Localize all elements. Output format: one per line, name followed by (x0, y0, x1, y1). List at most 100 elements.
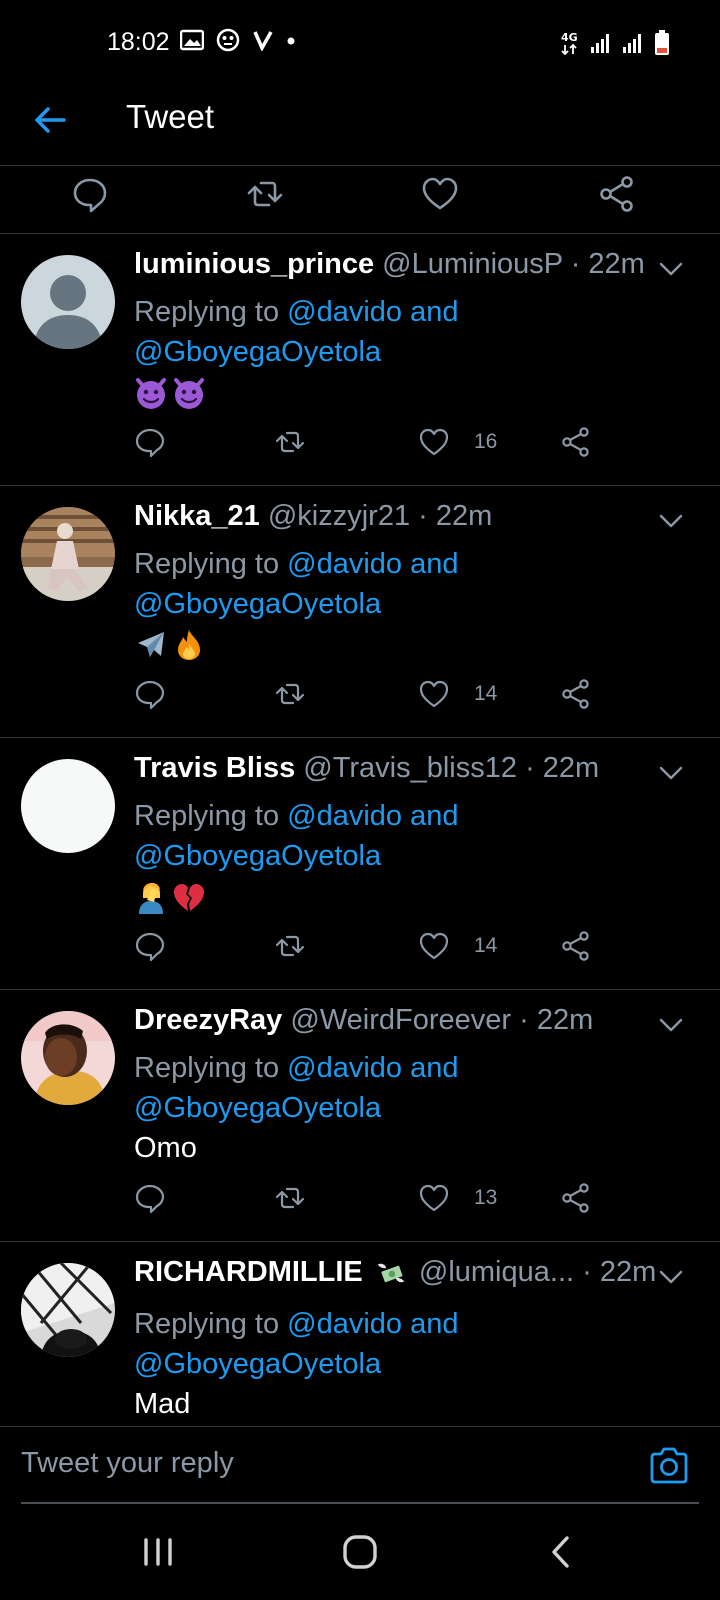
retweet-icon[interactable] (274, 1182, 306, 1214)
reply-icon[interactable] (134, 930, 166, 962)
retweet-icon[interactable] (245, 174, 285, 214)
reply-icon[interactable] (134, 426, 166, 458)
reply-item[interactable]: Nikka_21 @kizzyjr21 · 22m Replying to @d… (0, 486, 720, 738)
display-name[interactable]: luminious_prince (134, 248, 374, 280)
back-icon[interactable] (540, 1530, 584, 1574)
user-handle: @kizzyjr21 (267, 500, 411, 532)
replying-prefix: Replying to (134, 548, 288, 580)
reply-icon[interactable] (70, 174, 110, 214)
separator-dot: · (519, 1004, 529, 1036)
display-name[interactable]: Travis Bliss (134, 752, 295, 784)
reply-icon[interactable] (134, 1182, 166, 1214)
like-count: 14 (474, 934, 498, 957)
chevron-down-icon[interactable] (656, 506, 686, 536)
mention-link[interactable]: @GboyegaOyetola (134, 336, 381, 368)
share-icon[interactable] (560, 678, 592, 710)
like-icon[interactable] (418, 1182, 450, 1214)
camera-icon[interactable] (648, 1445, 690, 1485)
money-with-wings-emoji-icon (377, 1264, 405, 1283)
reply-input[interactable] (21, 1441, 621, 1485)
like-icon[interactable] (418, 678, 450, 710)
header: Tweet (0, 88, 720, 166)
reply-item[interactable]: RICHARDMILLIE @lumiqua... · 22m Replying… (0, 1242, 720, 1426)
like-icon[interactable] (418, 426, 450, 458)
display-name[interactable]: Nikka_21 (134, 500, 260, 532)
mention-link[interactable]: @davido and (287, 1052, 458, 1084)
chevron-down-icon[interactable] (656, 758, 686, 788)
reply-icon[interactable] (134, 678, 166, 710)
reply-item[interactable]: Travis Bliss @Travis_bliss12 · 22m Reply… (0, 738, 720, 990)
status-left-icons (180, 28, 296, 52)
mention-link[interactable]: @GboyegaOyetola (134, 1092, 381, 1124)
airplane-emoji-icon (138, 632, 164, 658)
avatar[interactable] (21, 507, 115, 601)
back-arrow-icon[interactable] (30, 100, 70, 140)
retweet-icon[interactable] (274, 930, 306, 962)
face-icon (216, 28, 240, 52)
avatar[interactable] (21, 1263, 115, 1357)
reply-text (134, 628, 210, 662)
reply-text: Mad (134, 1388, 191, 1420)
replying-to: Replying to @davido and @GboyegaOyetola (134, 796, 574, 876)
retweet-icon[interactable] (274, 426, 306, 458)
share-icon[interactable] (597, 174, 637, 214)
reply-actions: 14 (134, 930, 614, 966)
timestamp: 22m (542, 752, 600, 784)
user-handle: @lumiqua... (418, 1256, 575, 1288)
separator-dot: · (418, 500, 428, 532)
signal-icon (591, 34, 609, 53)
reply-text (134, 376, 210, 410)
avatar[interactable] (21, 255, 115, 349)
replying-prefix: Replying to (134, 296, 288, 328)
share-icon[interactable] (560, 426, 592, 458)
mention-link[interactable]: @GboyegaOyetola (134, 840, 381, 872)
user-handle: @Travis_bliss12 (303, 752, 517, 784)
smiling-imp-emoji-icon (174, 378, 204, 410)
status-bar: 18:02 4G (0, 0, 720, 88)
avatar[interactable] (21, 1011, 115, 1105)
display-name[interactable]: DreezyRay (134, 1004, 282, 1036)
v-icon (253, 31, 273, 51)
like-count: 13 (474, 1186, 498, 1209)
mention-link[interactable]: @davido and (287, 296, 458, 328)
replying-prefix: Replying to (134, 800, 288, 832)
chevron-down-icon[interactable] (656, 1262, 686, 1292)
status-time: 18:02 (107, 28, 170, 56)
reply-header: DreezyRay @WeirdForeever · 22m (134, 1004, 660, 1037)
status-right-icons: 4G (560, 30, 670, 56)
like-icon[interactable] (418, 930, 450, 962)
mention-link[interactable]: @GboyegaOyetola (134, 1348, 381, 1380)
share-icon[interactable] (560, 1182, 592, 1214)
mention-link[interactable]: @GboyegaOyetola (134, 588, 381, 620)
user-handle: @LuminiousP (382, 248, 563, 280)
replying-to: Replying to @davido and @GboyegaOyetola (134, 292, 574, 372)
mention-link[interactable]: @davido and (287, 1308, 458, 1340)
reply-actions: 14 (134, 678, 614, 714)
user-handle: @WeirdForeever (290, 1004, 512, 1036)
separator-dot: · (582, 1256, 592, 1288)
avatar[interactable] (21, 759, 115, 853)
chevron-down-icon[interactable] (656, 254, 686, 284)
mention-link[interactable]: @davido and (287, 800, 458, 832)
reply-text (134, 880, 210, 915)
recent-apps-icon[interactable] (136, 1530, 180, 1574)
smiling-imp-emoji-icon (136, 378, 166, 410)
chevron-down-icon[interactable] (656, 1010, 686, 1040)
facepalm-emoji-icon (139, 883, 163, 915)
display-name[interactable]: RICHARDMILLIE (134, 1256, 363, 1288)
replying-prefix: Replying to (134, 1308, 288, 1340)
reply-header: Travis Bliss @Travis_bliss12 · 22m (134, 752, 660, 785)
home-icon[interactable] (338, 1530, 382, 1574)
mention-link[interactable]: @davido and (287, 548, 458, 580)
replying-prefix: Replying to (134, 1052, 288, 1084)
reply-actions: 13 (134, 1182, 614, 1218)
reply-item[interactable]: luminious_prince @LuminiousP · 22m Reply… (0, 234, 720, 486)
like-icon[interactable] (420, 174, 460, 214)
svg-text:4G: 4G (561, 31, 578, 44)
battery-icon (655, 30, 669, 55)
retweet-icon[interactable] (274, 678, 306, 710)
reply-list: luminious_prince @LuminiousP · 22m Reply… (0, 234, 720, 1426)
reply-item[interactable]: DreezyRay @WeirdForeever · 22m Replying … (0, 990, 720, 1242)
separator-dot: · (570, 248, 581, 280)
share-icon[interactable] (560, 930, 592, 962)
